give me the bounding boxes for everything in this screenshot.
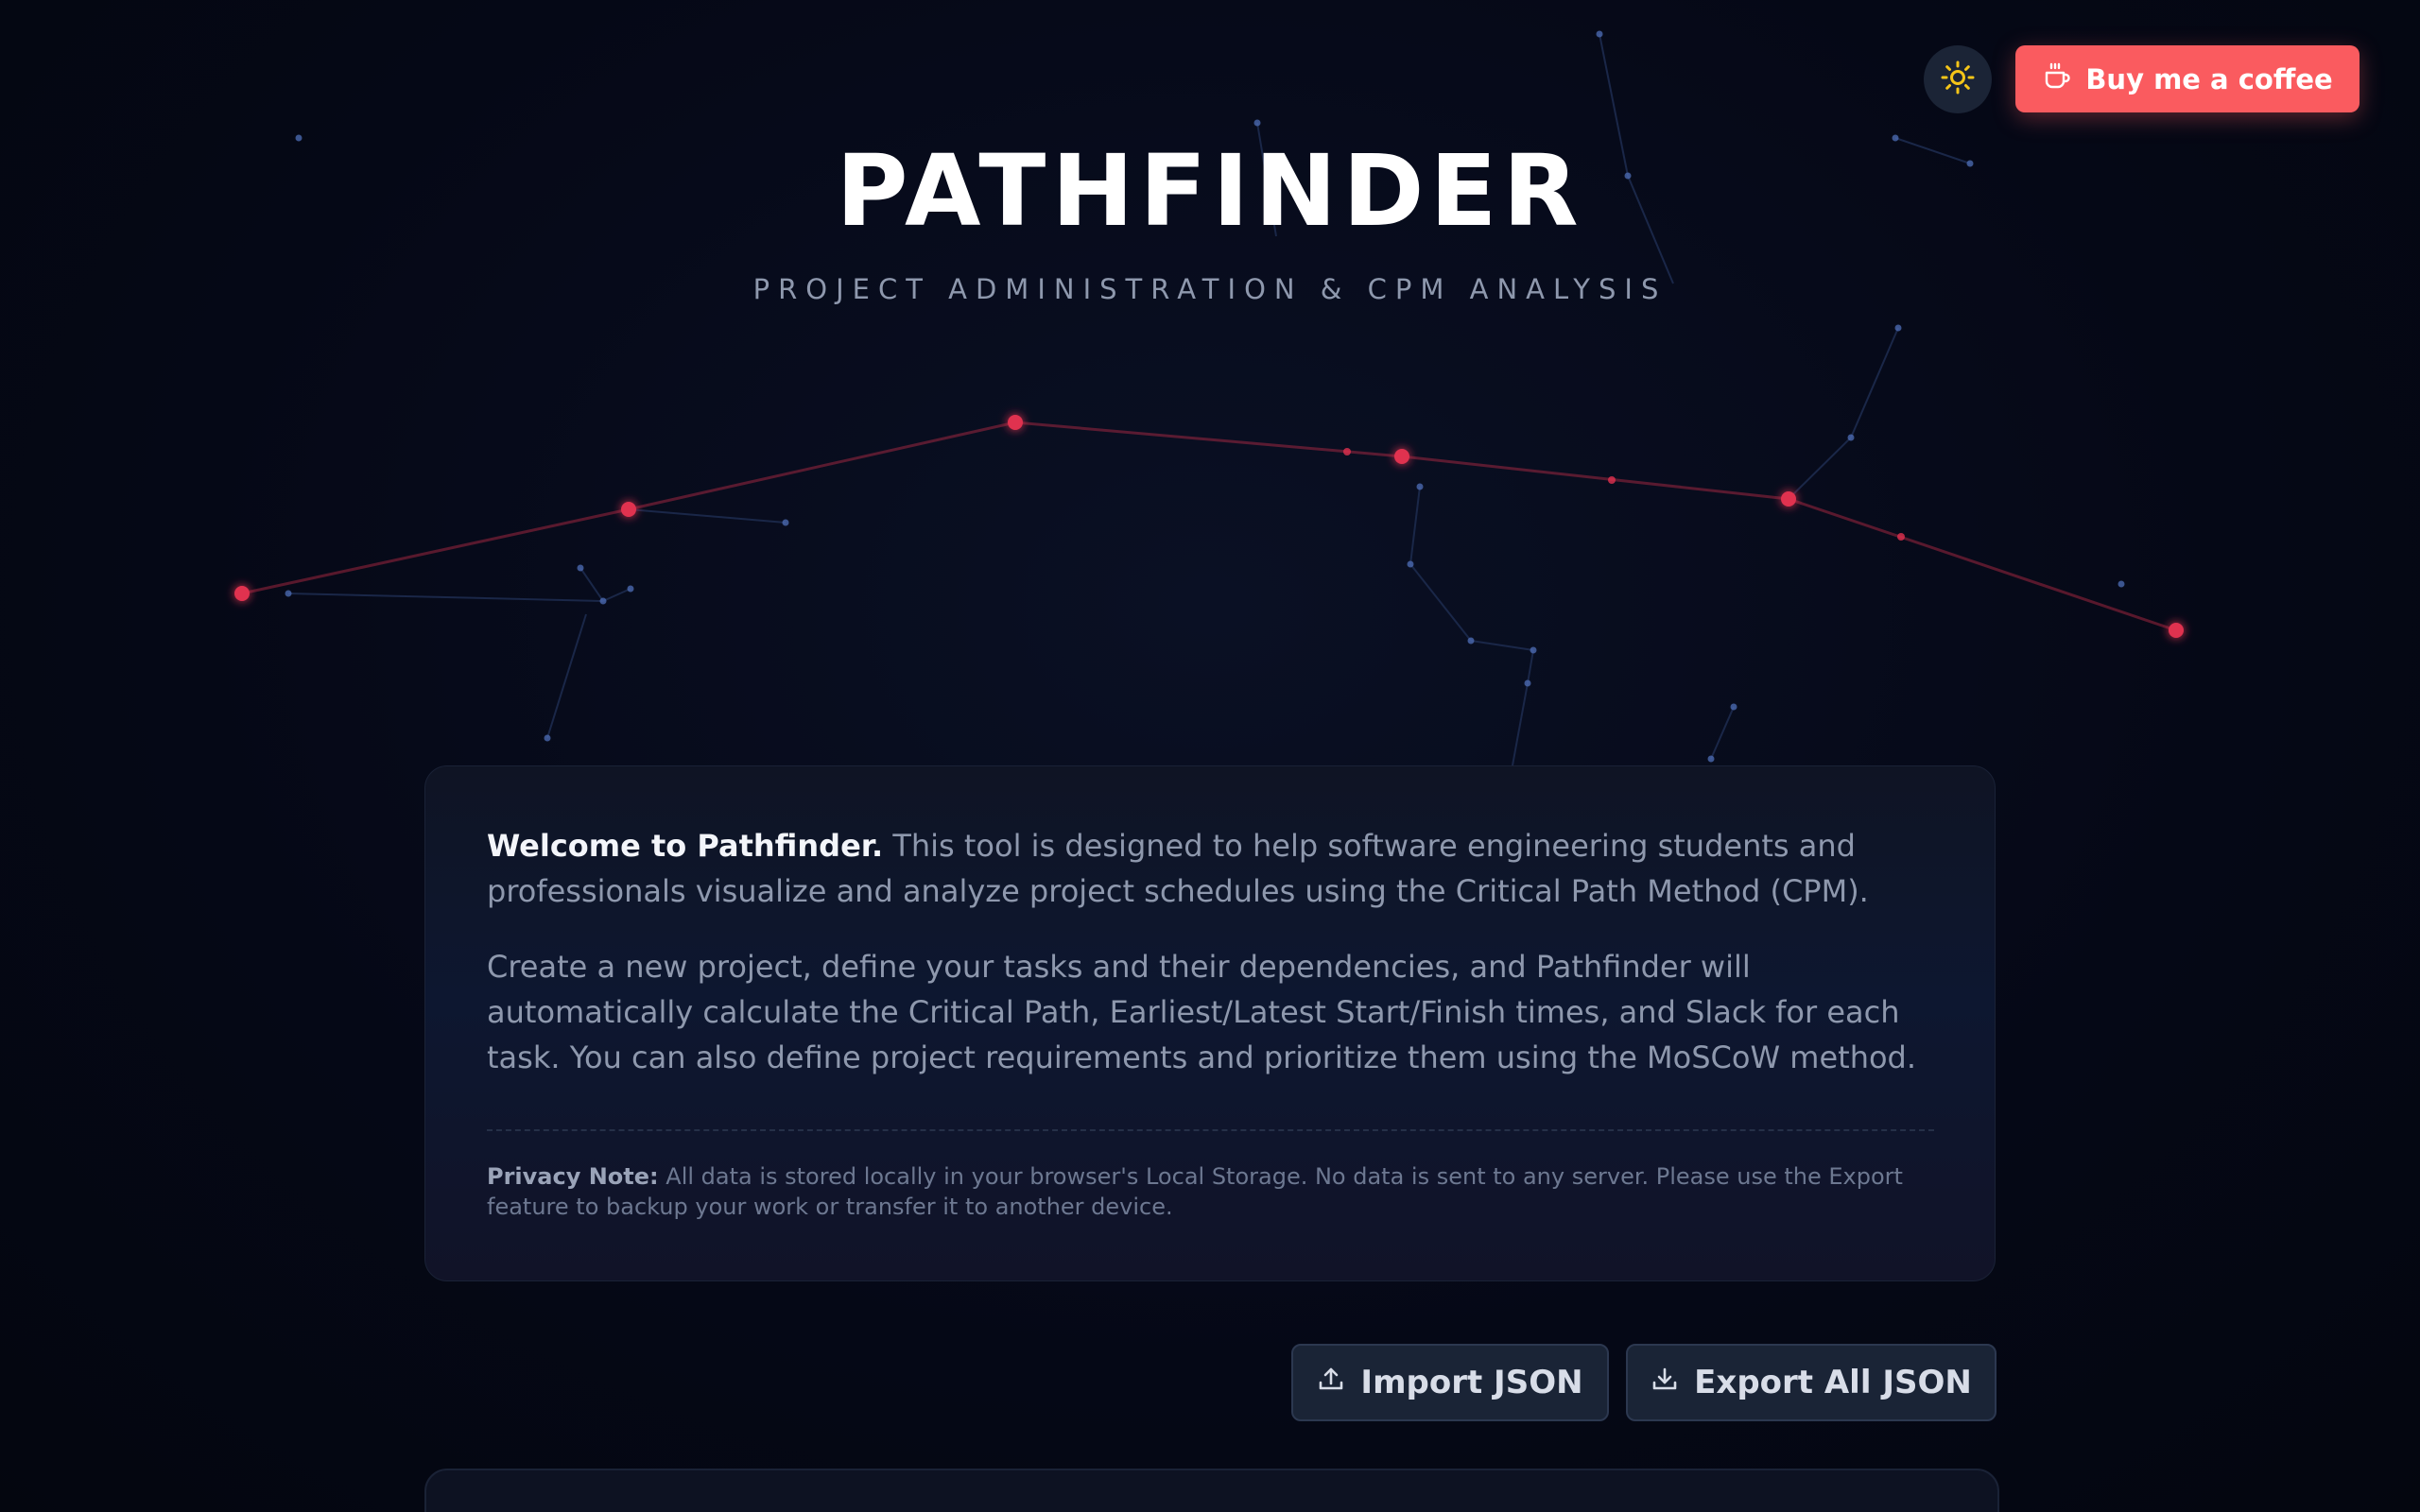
network-link [1470,640,1534,651]
network-link [1409,563,1472,642]
network-node [1467,637,1475,644]
critical-path-node [1394,449,1409,464]
welcome-divider [487,1129,1934,1131]
sun-icon [1941,60,1975,98]
export-all-json-button[interactable]: Export All JSON [1626,1344,1996,1421]
network-node [599,597,607,605]
network-node [2118,580,2125,588]
app-subtitle: PROJECT ADMINISTRATION & CPM ANALYSIS [752,273,1668,305]
download-icon [1651,1364,1679,1401]
network-node [1730,703,1737,711]
critical-path-node [1008,415,1023,430]
welcome-body: Create a new project, define your tasks … [487,949,1917,1075]
network-node [1407,560,1414,568]
network-link [1527,649,1534,684]
network-link [1512,682,1529,766]
network-node [295,134,302,142]
buy-me-a-coffee-button[interactable]: Buy me a coffee [2015,45,2360,112]
network-node [1596,30,1603,38]
critical-path-node-small [1343,448,1351,455]
network-node [544,734,551,742]
import-json-button[interactable]: Import JSON [1291,1344,1609,1421]
theme-toggle-button[interactable] [1924,45,1992,113]
network-link [1788,437,1852,500]
network-node [627,585,634,593]
network-link [1409,486,1421,565]
welcome-intro: Welcome to Pathfinder. This tool is desi… [487,823,1934,914]
network-node [1892,134,1899,142]
app-title: PATHFINDER [836,133,1584,249]
critical-path-nodes [234,415,2184,638]
export-all-json-label: Export All JSON [1694,1364,1972,1401]
network-node [1707,755,1715,763]
network-link [602,588,631,602]
network-link [628,508,786,524]
network-node [1416,483,1424,490]
network-node [285,590,292,597]
upload-icon [1317,1364,1345,1401]
coffee-button-label: Buy me a coffee [2085,62,2333,95]
network-link [546,613,587,739]
critical-path-node [621,502,636,517]
network-link [287,593,604,602]
network-link [1850,327,1899,438]
network-link [579,567,604,602]
welcome-heading: Welcome to Pathfinder. [487,828,884,864]
network-node [1530,646,1537,654]
page-root: Buy me a coffee PATHFINDER PROJECT ADMIN… [0,0,2420,1512]
import-json-label: Import JSON [1360,1364,1583,1401]
network-node [1524,679,1531,687]
network-node [1894,324,1902,332]
network-link [1710,706,1735,760]
critical-path-node-small [1897,533,1905,541]
welcome-card: Welcome to Pathfinder. This tool is desi… [424,765,1996,1281]
privacy-note: Privacy Note: All data is stored locally… [487,1161,1934,1222]
data-actions: Import JSON Export All JSON [1291,1344,1996,1421]
network-node [1253,119,1261,127]
critical-path-node [1781,491,1796,507]
critical-path-node-small [1608,476,1616,484]
critical-path-node [234,586,250,601]
privacy-label: Privacy Note: [487,1163,659,1190]
coffee-cup-icon [2042,60,2072,97]
network-node [1847,434,1855,441]
projects-panel [424,1469,1999,1512]
privacy-text: All data is stored locally in your brows… [487,1163,1903,1220]
critical-path-node [2169,623,2184,638]
network-node [577,564,584,572]
network-node [782,519,789,526]
